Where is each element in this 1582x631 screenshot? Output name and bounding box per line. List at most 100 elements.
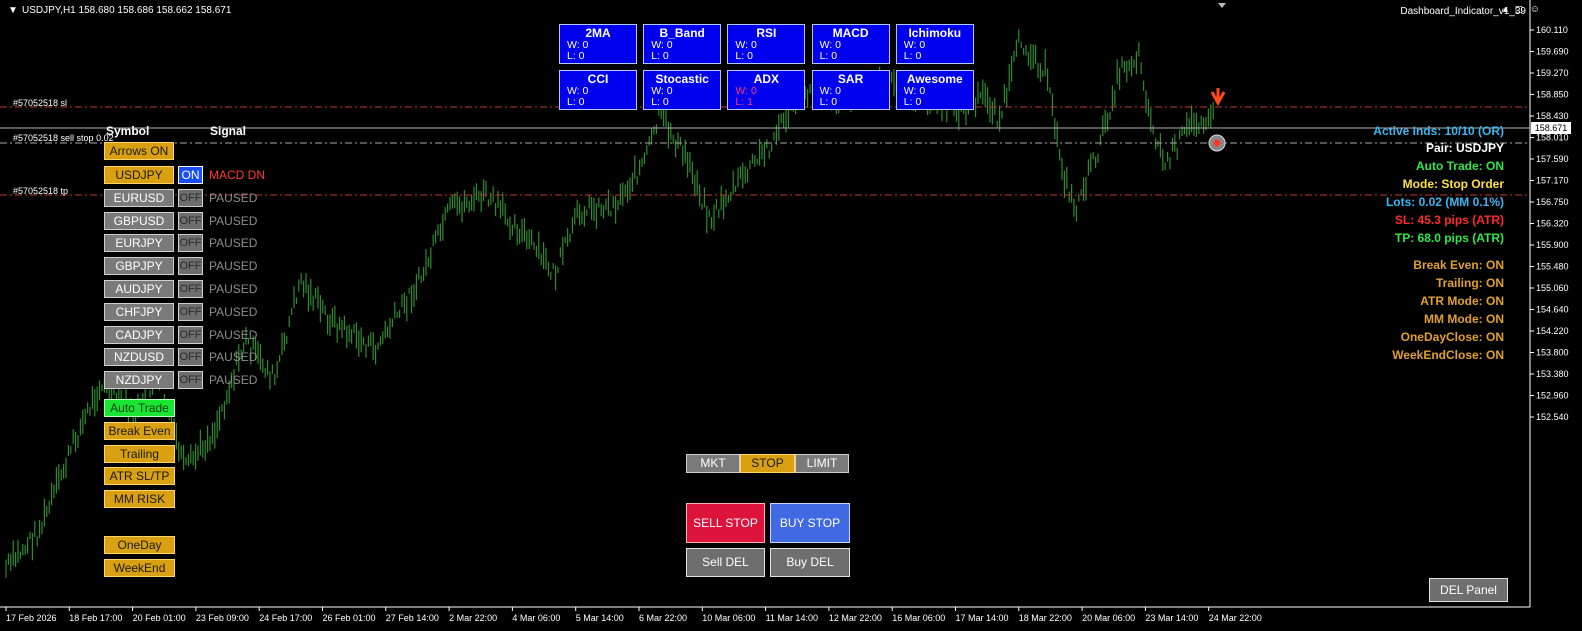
- price-tick-label: 155.480: [1536, 262, 1569, 272]
- price-tick-label: 160.110: [1536, 25, 1568, 35]
- time-tick-label: 12 Mar 22:00: [829, 613, 882, 623]
- status-line: Lots: 0.02 (MM 0.1%): [1385, 195, 1504, 209]
- sell-arrow-icon: [1210, 88, 1226, 107]
- indicator-tile[interactable]: 2MA W: 0 L: 0: [559, 24, 637, 64]
- limit-mode-button[interactable]: LIMIT: [795, 454, 849, 473]
- pair-toggle-button[interactable]: ON: [178, 166, 203, 184]
- pair-symbol-button[interactable]: AUDJPY: [104, 280, 174, 298]
- time-tick-label: 5 Mar 14:00: [576, 613, 624, 623]
- status-line: Break Even: ON: [1413, 258, 1504, 272]
- pair-signal: PAUSED: [209, 282, 258, 296]
- status-line: Auto Trade: ON: [1415, 159, 1504, 173]
- indicator-losses: L: 0: [819, 50, 838, 62]
- indicator-losses: L: 0: [903, 96, 922, 108]
- pair-symbol-button[interactable]: NZDUSD: [104, 348, 174, 367]
- time-tick-label: 23 Mar 14:00: [1145, 613, 1198, 623]
- time-tick-label: 16 Mar 06:00: [892, 613, 945, 623]
- indicator-tile[interactable]: Ichimoku W: 0 L: 0: [895, 24, 974, 64]
- time-tick-label: 18 Feb 17:00: [69, 613, 122, 623]
- price-tick-label: 153.800: [1536, 348, 1569, 358]
- price-tick-label: 158.010: [1536, 133, 1569, 143]
- time-tick-label: 27 Feb 14:00: [386, 613, 439, 623]
- indicator-losses: L: 0: [651, 50, 669, 62]
- time-tick-label: 6 Mar 22:00: [639, 613, 687, 623]
- signal-column-header: Signal: [210, 124, 247, 138]
- indicator-losses: L: 0: [567, 50, 585, 62]
- auto-trade-button[interactable]: Auto Trade: [104, 399, 175, 417]
- buy-stop-button[interactable]: BUY STOP: [770, 503, 850, 543]
- del-panel-button[interactable]: DEL Panel: [1429, 578, 1508, 602]
- trailing-button[interactable]: Trailing: [104, 445, 175, 463]
- indicator-tile[interactable]: ADX W: 0 L: 1: [727, 70, 806, 110]
- pair-signal: PAUSED: [209, 190, 258, 205]
- pair-toggle-button[interactable]: OFF: [178, 302, 203, 321]
- pair-toggle-button[interactable]: OFF: [178, 348, 203, 367]
- price-tick-label: 157.170: [1536, 176, 1569, 186]
- pair-toggle-button[interactable]: OFF: [178, 211, 203, 230]
- break-even-button[interactable]: Break Even: [104, 422, 175, 440]
- price-tick-label: 154.220: [1536, 326, 1569, 336]
- indicator-tile[interactable]: Awesome W: 0 L: 0: [895, 70, 974, 110]
- atr-sltp-button[interactable]: ATR SL/TP: [104, 467, 175, 485]
- pair-toggle-button[interactable]: OFF: [178, 371, 203, 390]
- sl-line-label: #57052518 sl: [13, 98, 68, 108]
- symbol-info: ▼ USDJPY,H1 158.680 158.686 158.662 158.…: [8, 5, 232, 16]
- mm-risk-button[interactable]: MM RISK: [104, 490, 175, 508]
- indicator-losses: L: 0: [735, 50, 753, 62]
- price-tick-label: 158.430: [1536, 111, 1569, 121]
- time-tick-label: 2 Mar 22:00: [449, 613, 497, 623]
- pair-symbol-button[interactable]: GBPJPY: [104, 257, 174, 276]
- indicator-losses: L: 0: [651, 96, 669, 108]
- time-tick-label: 24 Feb 17:00: [259, 613, 312, 623]
- pair-symbol-button[interactable]: EURJPY: [104, 234, 174, 253]
- time-tick-label: 11 Mar 14:00: [766, 613, 818, 623]
- time-tick-label: 10 Mar 06:00: [702, 613, 755, 623]
- sell-del-button[interactable]: Sell DEL: [686, 548, 765, 577]
- time-tick-label: 23 Feb 09:00: [196, 613, 249, 623]
- status-line: Active Inds: 10/10 (OR): [1373, 124, 1504, 138]
- pair-toggle-button[interactable]: OFF: [178, 280, 203, 298]
- buy-del-button[interactable]: Buy DEL: [770, 548, 850, 577]
- indicator-tile[interactable]: MACD W: 0 L: 0: [811, 24, 890, 64]
- week-end-button[interactable]: WeekEnd: [104, 559, 175, 577]
- window-controls-icon[interactable]: ▴ ◻ ☺: [1503, 4, 1542, 15]
- price-tick-label: 156.750: [1536, 197, 1569, 207]
- sell-stop-line-label: #57052518 sell stop 0.02: [13, 133, 114, 143]
- one-day-button[interactable]: OneDay: [104, 536, 175, 554]
- pair-signal: PAUSED: [209, 304, 258, 319]
- time-tick-label: 20 Mar 06:00: [1082, 613, 1135, 623]
- tp-line-label: #57052518 tp: [13, 186, 69, 196]
- order-marker-icon[interactable]: [1208, 134, 1226, 152]
- stop-mode-button[interactable]: STOP: [740, 454, 795, 473]
- sell-stop-button[interactable]: SELL STOP: [686, 503, 765, 543]
- status-line: OneDayClose: ON: [1400, 330, 1504, 344]
- pair-symbol-button[interactable]: CHFJPY: [104, 302, 174, 321]
- indicator-tile[interactable]: RSI W: 0 L: 0: [727, 24, 806, 64]
- pair-toggle-button[interactable]: OFF: [178, 257, 203, 276]
- indicator-tile[interactable]: Stocastic W: 0 L: 0: [643, 70, 722, 110]
- pair-symbol-button[interactable]: GBPUSD: [104, 211, 174, 230]
- status-line: Pair: USDJPY: [1425, 141, 1504, 155]
- pair-symbol-button[interactable]: NZDJPY: [104, 371, 174, 390]
- pair-symbol-button[interactable]: EURUSD: [104, 188, 174, 207]
- indicator-tile[interactable]: SAR W: 0 L: 0: [811, 70, 890, 110]
- pair-signal: PAUSED: [209, 327, 258, 342]
- indicator-losses: L: 0: [903, 50, 922, 62]
- status-line: MM Mode: ON: [1424, 312, 1504, 326]
- pair-toggle-button[interactable]: OFF: [178, 234, 203, 253]
- pair-toggle-button[interactable]: OFF: [178, 325, 203, 344]
- price-tick-label: 159.270: [1536, 68, 1569, 78]
- pair-symbol-button[interactable]: USDJPY: [104, 166, 174, 184]
- pair-symbol-button[interactable]: CADJPY: [104, 325, 174, 344]
- indicator-tile[interactable]: CCI W: 0 L: 0: [559, 70, 637, 110]
- dropdown-triangle-icon[interactable]: ▼: [8, 5, 18, 16]
- mkt-mode-button[interactable]: MKT: [686, 454, 740, 473]
- arrows-toggle-button[interactable]: Arrows ON: [104, 142, 174, 160]
- status-line: Trailing: ON: [1435, 276, 1504, 290]
- pair-toggle-button[interactable]: OFF: [178, 188, 203, 207]
- indicator-losses: L: 1: [735, 96, 753, 108]
- indicator-tile[interactable]: B_Band W: 0 L: 0: [643, 24, 722, 64]
- time-tick-label: 20 Feb 01:00: [133, 613, 186, 623]
- price-tick-label: 159.690: [1536, 47, 1569, 57]
- symbol-info-text: USDJPY,H1 158.680 158.686 158.662 158.67…: [22, 5, 232, 16]
